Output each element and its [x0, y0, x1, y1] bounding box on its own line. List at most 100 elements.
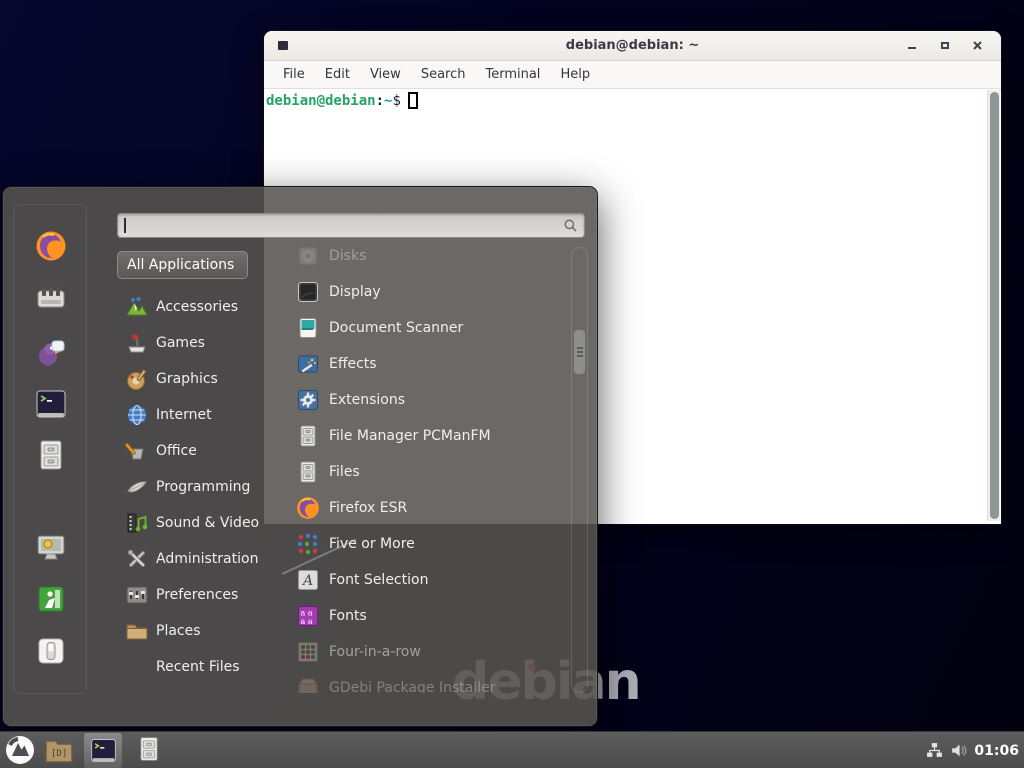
category-administration[interactable]: Administration: [117, 541, 267, 577]
places-icon: [125, 619, 149, 643]
logout-icon[interactable]: [35, 583, 67, 615]
menu-search-box[interactable]: [117, 213, 585, 238]
menu-search[interactable]: Search: [411, 63, 476, 86]
lock-screen-icon[interactable]: [35, 531, 67, 563]
extensions-icon: [296, 388, 320, 412]
app-label: Display: [329, 284, 381, 300]
category-label: Internet: [156, 407, 212, 423]
office-icon: [125, 439, 149, 463]
effects-icon: [296, 352, 320, 376]
app-label: Effects: [329, 356, 377, 372]
category-office[interactable]: Office: [117, 433, 267, 469]
close-button[interactable]: [972, 40, 983, 51]
sound-video-icon: [125, 511, 149, 535]
mixer-icon[interactable]: [35, 282, 67, 314]
category-label: Preferences: [156, 587, 238, 603]
menu-button[interactable]: [5, 735, 35, 765]
category-internet[interactable]: Internet: [117, 397, 267, 433]
terminal-scrollbar-thumb[interactable]: [990, 92, 999, 519]
app-label: File Manager PCManFM: [329, 428, 491, 444]
firefox-icon[interactable]: [35, 230, 67, 262]
category-graphics[interactable]: Graphics: [117, 361, 267, 397]
app-disks[interactable]: Disks: [279, 245, 573, 274]
network-icon[interactable]: [926, 742, 943, 759]
app-fonts[interactable]: a aa a Fonts: [279, 598, 573, 634]
app-display[interactable]: Display: [279, 274, 573, 310]
app-extensions[interactable]: Extensions: [279, 382, 573, 418]
category-column: All Applications Accessories Games Graph…: [117, 251, 267, 685]
category-label: Office: [156, 443, 197, 459]
category-games[interactable]: Games: [117, 325, 267, 361]
shutdown-icon[interactable]: [35, 635, 67, 667]
menu-scrollbar-thumb[interactable]: [573, 329, 586, 375]
minimize-button[interactable]: [906, 40, 917, 51]
app-label: Firefox ESR: [329, 500, 407, 516]
svg-text:a a: a a: [301, 617, 313, 626]
document-scanner-icon: [296, 316, 320, 340]
fonts-icon: a aa a: [296, 604, 320, 628]
app-gdebi-package-installer[interactable]: GDebi Package Installer: [279, 670, 573, 693]
system-tray: 01:06: [926, 732, 1021, 768]
file-manager-icon: [296, 424, 320, 448]
menu-help[interactable]: Help: [550, 63, 600, 86]
app-font-selection[interactable]: A Font Selection: [279, 562, 573, 598]
category-accessories[interactable]: Accessories: [117, 289, 267, 325]
terminal-icon[interactable]: [35, 388, 67, 420]
svg-text:[D]: [D]: [51, 749, 67, 759]
preferences-icon: [125, 583, 149, 607]
games-icon: [125, 331, 149, 355]
menu-view[interactable]: View: [360, 63, 411, 86]
app-four-in-a-row[interactable]: Four-in-a-row: [279, 634, 573, 670]
app-label: Fonts: [329, 608, 367, 624]
category-label: Places: [156, 623, 201, 639]
maximize-button[interactable]: [939, 40, 950, 51]
category-sound-video[interactable]: Sound & Video: [117, 505, 267, 541]
app-five-or-more[interactable]: Five or More: [279, 526, 573, 562]
app-firefox-esr[interactable]: Firefox ESR: [279, 490, 573, 526]
category-recent-files[interactable]: Recent Files: [117, 649, 267, 685]
app-label: Document Scanner: [329, 320, 463, 336]
app-label: Files: [329, 464, 360, 480]
file-manager-icon[interactable]: [35, 439, 67, 471]
category-label: Recent Files: [156, 659, 240, 675]
gdebi-icon: [296, 676, 320, 693]
terminal-menubar: File Edit View Search Terminal Help: [264, 61, 1001, 89]
app-effects[interactable]: Effects: [279, 346, 573, 382]
spacer: [125, 655, 149, 679]
menu-file[interactable]: File: [273, 63, 315, 86]
app-document-scanner[interactable]: Document Scanner: [279, 310, 573, 346]
folder-launcher-icon[interactable]: [D]: [44, 737, 74, 764]
search-icon: [563, 218, 578, 233]
programming-icon: [125, 475, 149, 499]
files-icon: [296, 460, 320, 484]
pidgin-icon[interactable]: [35, 336, 67, 368]
category-places[interactable]: Places: [117, 613, 267, 649]
terminal-taskbar-button[interactable]: [84, 733, 122, 768]
app-file-manager-pcmanfm[interactable]: File Manager PCManFM: [279, 418, 573, 454]
category-programming[interactable]: Programming: [117, 469, 267, 505]
clock[interactable]: 01:06: [974, 743, 1021, 759]
scroll-grip: [577, 347, 583, 349]
category-label: Graphics: [156, 371, 218, 387]
app-label: Font Selection: [329, 572, 428, 588]
category-preferences[interactable]: Preferences: [117, 577, 267, 613]
scroll-grip: [577, 355, 583, 357]
svg-text:A: A: [301, 573, 313, 589]
category-label: Sound & Video: [156, 515, 259, 531]
app-label: Extensions: [329, 392, 405, 408]
app-files[interactable]: Files: [279, 454, 573, 490]
volume-icon[interactable]: [950, 742, 967, 759]
terminal-scrollbar[interactable]: [987, 90, 1000, 521]
category-label: Accessories: [156, 299, 238, 315]
prompt-user-host: debian@debian: [266, 93, 376, 109]
internet-icon: [125, 403, 149, 427]
firefox-icon: [296, 496, 320, 520]
menu-edit[interactable]: Edit: [315, 63, 360, 86]
search-input[interactable]: [126, 218, 564, 233]
menu-terminal[interactable]: Terminal: [475, 63, 550, 86]
menu-scrollbar-track[interactable]: [571, 247, 588, 693]
files-taskbar-icon[interactable]: [136, 736, 162, 765]
terminal-titlebar[interactable]: debian@debian: ~: [264, 31, 1001, 61]
disks-icon: [296, 245, 320, 268]
category-all-applications[interactable]: All Applications: [117, 251, 248, 279]
